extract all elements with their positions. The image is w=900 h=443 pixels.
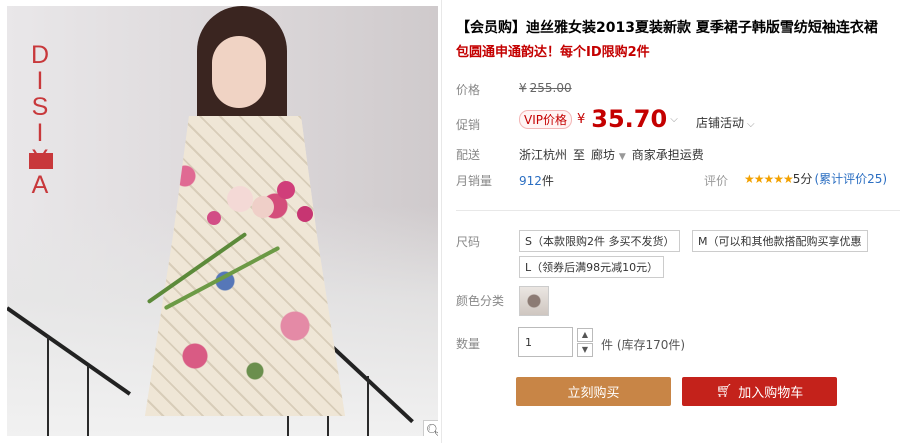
- product-info-panel: 【会员购】迪丝雅女装2013夏装新款 夏季裙子韩版雪纺短袖连衣裙 包圆通申通韵达…: [456, 0, 900, 443]
- brand-logo: DISIYA: [30, 41, 52, 199]
- currency-symbol: ¥: [519, 81, 527, 95]
- ship-from: 浙江杭州: [519, 148, 568, 162]
- magnifier-icon[interactable]: 🔍︎: [423, 420, 438, 436]
- add-to-cart-label: 加入购物车: [738, 386, 804, 401]
- size-label: 尺码: [456, 235, 481, 249]
- stock-count: (库存170件): [616, 338, 686, 352]
- shipping-label: 配送: [456, 148, 481, 162]
- store-activity-label: 店铺活动: [696, 116, 745, 130]
- product-main-image[interactable]: DISIYA 🔍︎: [7, 6, 438, 436]
- promo-label: 促销: [456, 118, 481, 132]
- shipping-row: 浙江杭州 至 廊坊 ▼ 商家承担运费: [519, 146, 704, 163]
- quantity-input[interactable]: [518, 327, 573, 357]
- currency-symbol: ¥: [577, 111, 586, 127]
- rating-label: 评价: [704, 174, 729, 188]
- size-option-l[interactable]: L（领券后满98元减10元）: [519, 256, 665, 278]
- column-divider: [441, 0, 442, 443]
- buy-now-button[interactable]: 立刻购买: [516, 377, 671, 406]
- arrow-up-icon[interactable]: ▲: [577, 328, 593, 342]
- chevron-down-icon[interactable]: ⌵: [670, 114, 678, 125]
- arrow-down-icon[interactable]: ▼: [577, 343, 593, 357]
- baluster: [87, 366, 89, 436]
- vip-price-badge: VIP价格: [519, 109, 572, 129]
- quantity-unit: 件: [601, 338, 614, 352]
- size-option-s[interactable]: S（本款限购2件 多买不发货）: [519, 230, 681, 252]
- monthly-sales-label: 月销量: [456, 174, 493, 188]
- color-option-thumbnail[interactable]: [519, 286, 549, 316]
- promo-price: 35.70: [591, 105, 668, 133]
- baluster: [47, 336, 49, 436]
- total-reviews-link[interactable]: (累计评价25): [814, 170, 887, 187]
- color-label: 颜色分类: [456, 294, 505, 308]
- ship-to-word: 至: [573, 148, 586, 162]
- ship-destination: 廊坊: [591, 148, 616, 162]
- rating-score: 5分: [792, 172, 813, 186]
- brand-seal-icon: [29, 153, 53, 169]
- add-to-cart-button[interactable]: 🛒︎ 加入购物车: [682, 377, 837, 406]
- stock-info: 件 (库存170件): [601, 336, 685, 353]
- star-rating-icon: ★★★★★: [744, 171, 794, 186]
- baluster: [367, 376, 369, 436]
- shipping-fee-note: 商家承担运费: [631, 148, 704, 162]
- sales-unit: 件: [541, 174, 554, 188]
- model-face: [212, 36, 266, 108]
- monthly-sales: 912件: [519, 172, 554, 189]
- chevron-down-icon: ⌵: [747, 119, 755, 130]
- original-price: ¥255.00: [519, 81, 572, 95]
- quantity-label: 数量: [456, 337, 481, 351]
- price-label: 价格: [456, 83, 481, 97]
- promo-price-row: VIP价格 ¥ 35.70 ⌵: [519, 105, 678, 133]
- original-price-value: 255.00: [529, 81, 572, 95]
- triangle-down-icon: ▼: [618, 152, 626, 162]
- product-title: 【会员购】迪丝雅女装2013夏装新款 夏季裙子韩版雪纺短袖连衣裙: [456, 20, 878, 36]
- section-divider: [456, 210, 900, 211]
- rating-row: ★★★★★ 5分 (累计评价25): [744, 170, 887, 187]
- store-activity-dropdown[interactable]: 店铺活动 ⌵: [696, 114, 755, 131]
- size-option-m[interactable]: M（可以和其他款搭配购买享优惠: [692, 230, 868, 252]
- cart-icon: 🛒︎: [715, 384, 733, 399]
- flower-bouquet: [137, 176, 317, 311]
- product-subtitle: 包圆通申通韵达！每个ID限购2件: [456, 45, 650, 60]
- ship-destination-select[interactable]: 廊坊 ▼: [591, 146, 626, 163]
- sales-count-value: 912: [519, 174, 542, 188]
